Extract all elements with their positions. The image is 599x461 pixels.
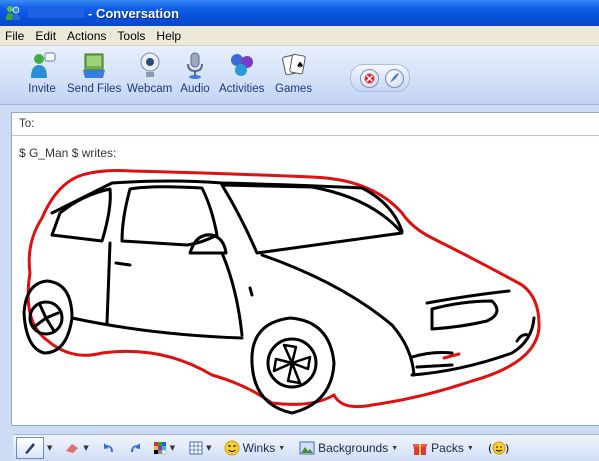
main-toolbar: Invite Send Files Webcam Audio Activitie… — [0, 46, 599, 105]
pen-button[interactable] — [16, 437, 44, 459]
svg-text:(: ( — [488, 442, 492, 455]
menu-actions[interactable]: Actions — [62, 29, 112, 43]
invite-label: Invite — [28, 83, 56, 95]
backgrounds-button[interactable]: Backgrounds ▼ — [299, 441, 398, 455]
car-rocker-line — [70, 316, 244, 340]
backgrounds-dropdown-arrow[interactable]: ▼ — [391, 445, 398, 452]
grid-icon[interactable] — [189, 441, 203, 455]
packs-label: Packs — [431, 441, 464, 455]
front-wheel — [250, 316, 336, 415]
palette-dropdown-arrow[interactable]: ▼ — [170, 444, 175, 452]
emoticon-icon[interactable]: ( ) — [488, 439, 510, 457]
microphone-icon — [187, 52, 203, 79]
handwriting-button[interactable] — [385, 69, 404, 88]
car-hood-line — [260, 253, 416, 377]
invite-icon — [31, 52, 56, 78]
audio-label: Audio — [180, 83, 210, 95]
car-mirror — [188, 233, 228, 255]
games-button[interactable]: ♠ Games — [275, 50, 312, 95]
invite-button[interactable]: Invite — [27, 50, 57, 95]
activities-button[interactable]: Activities — [219, 50, 264, 95]
conversation-panel: To: $ G_Man $ writes: — [11, 112, 599, 426]
send-files-label: Send Files — [67, 83, 122, 95]
menu-file[interactable]: File — [0, 29, 30, 43]
gift-icon — [413, 444, 428, 455]
audio-button[interactable]: Audio — [180, 50, 210, 95]
car-outline-red — [26, 169, 541, 409]
menu-help[interactable]: Help — [151, 29, 187, 43]
send-files-icon — [83, 53, 106, 78]
grid-dropdown-arrow[interactable]: ▼ — [206, 444, 211, 452]
car-headlight — [430, 299, 499, 331]
menu-edit[interactable]: Edit — [30, 29, 62, 43]
backgrounds-icon — [299, 441, 315, 455]
eraser-icon[interactable] — [64, 441, 80, 455]
games-icon: ♠ — [281, 53, 306, 76]
block-button[interactable] — [360, 69, 379, 88]
winks-dropdown-arrow[interactable]: ▼ — [278, 445, 285, 452]
menu-bar: File Edit Actions Tools Help — [0, 26, 599, 46]
messenger-icon — [6, 6, 20, 20]
window-title: - Conversation — [88, 5, 180, 21]
pen-dropdown-arrow[interactable]: ▼ — [47, 444, 52, 452]
redacted-contact-name — [28, 8, 84, 18]
activities-icon — [230, 54, 253, 76]
eraser-dropdown-arrow[interactable]: ▼ — [83, 444, 88, 452]
winks-button[interactable]: Winks ▼ — [224, 440, 285, 456]
webcam-icon — [140, 52, 160, 77]
menu-tools[interactable]: Tools — [112, 29, 151, 43]
games-label: Games — [275, 83, 313, 95]
packs-dropdown-arrow[interactable]: ▼ — [467, 445, 474, 452]
activities-label: Activities — [219, 83, 265, 95]
pen-icon — [25, 443, 35, 454]
car-door-line — [105, 241, 244, 337]
winks-icon — [224, 440, 240, 456]
title-bar: - Conversation — [0, 0, 599, 26]
feather-icon — [390, 73, 399, 83]
svg-text:): ) — [505, 442, 509, 455]
webcam-button[interactable]: Webcam — [127, 50, 172, 95]
block-icon — [364, 73, 375, 84]
backgrounds-label: Backgrounds — [318, 441, 389, 455]
send-files-button[interactable]: Send Files — [67, 50, 121, 95]
ink-drawing — [22, 169, 541, 415]
packs-button[interactable]: Packs ▼ — [412, 440, 474, 456]
undo-icon[interactable] — [101, 441, 117, 455]
webcam-label: Webcam — [127, 83, 173, 95]
car-roof-line — [50, 179, 404, 233]
winks-label: Winks — [242, 441, 276, 455]
car-fog-light — [442, 352, 461, 360]
color-palette-icon[interactable] — [153, 441, 167, 455]
svg-text:♠: ♠ — [296, 61, 304, 71]
redo-icon[interactable] — [127, 441, 143, 455]
bottom-toolbar: ▼ ▼ ▼ ▼ Winks ▼ Backgrounds ▼ Packs ▼ (… — [13, 434, 599, 461]
